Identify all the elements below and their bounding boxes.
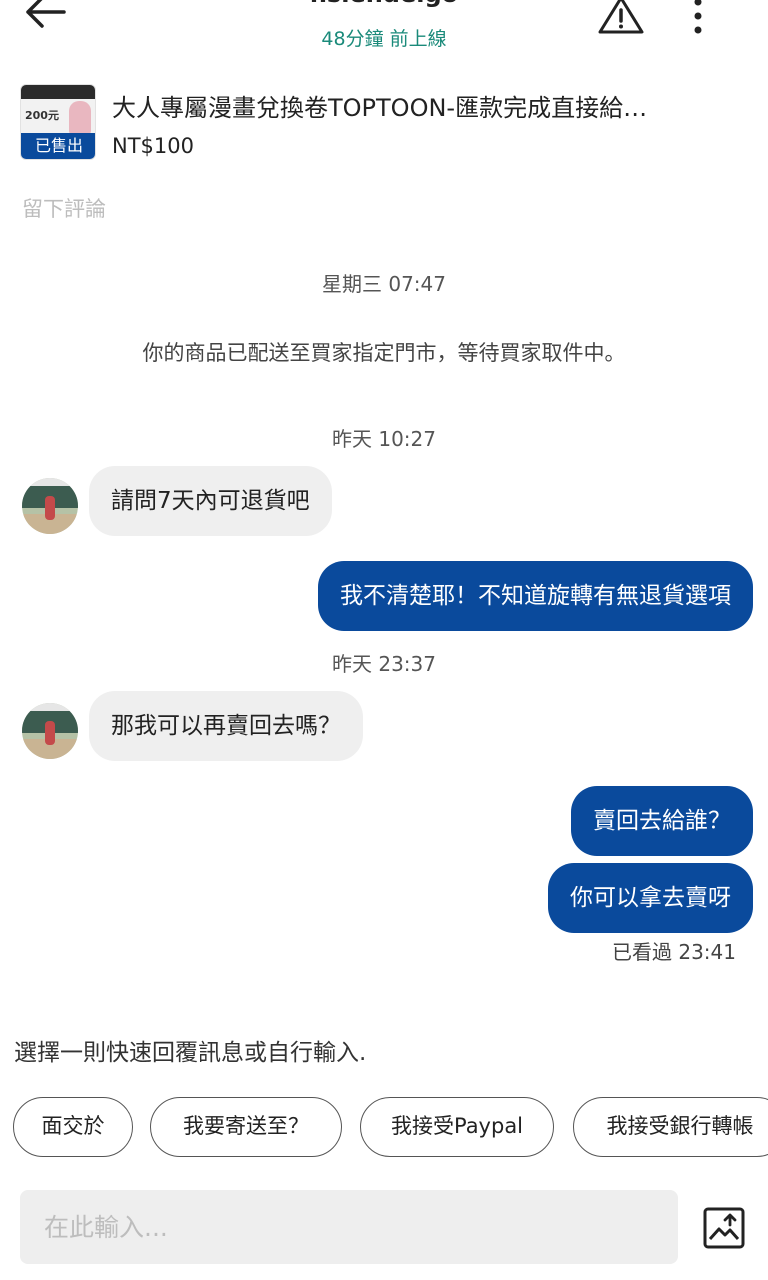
thumbnail-price-text: 200元 [25, 109, 59, 122]
attach-image-button[interactable] [702, 1206, 746, 1250]
report-button[interactable] [596, 0, 646, 36]
message-timestamp: 昨天 10:27 [332, 427, 436, 451]
avatar[interactable] [22, 478, 78, 534]
chat-header: hsiehdeigo 48分鐘 前上線 [0, 0, 768, 62]
quick-reply-chip[interactable]: 我要寄送至？ [150, 1097, 342, 1157]
sold-badge: 已售出 [21, 133, 95, 159]
thumbnail-banner [21, 85, 95, 99]
quick-reply-prompt: 選擇一則快速回覆訊息或自行輸入. [14, 1040, 367, 1066]
quick-reply-chip[interactable]: 我接受銀行轉帳 [573, 1097, 768, 1157]
avatar-photo-part [45, 721, 55, 745]
system-message: 你的商品已配送至買家指定門市，等待買家取件中。 [142, 341, 626, 365]
more-options-button[interactable] [680, 0, 716, 36]
message-bubble-incoming: 請問7天內可退貨吧 [89, 466, 332, 536]
message-bubble-incoming: 那我可以再賣回去嗎？ [89, 691, 363, 761]
chat-username[interactable]: hsiehdeigo [0, 0, 768, 8]
warning-triangle-icon [598, 0, 644, 34]
avatar[interactable] [22, 703, 78, 759]
message-bubble-outgoing: 我不清楚耶！不知道旋轉有無退貨選項 [318, 561, 753, 631]
message-input[interactable] [20, 1190, 678, 1264]
leave-review-link[interactable]: 留下評論 [22, 193, 106, 223]
quick-reply-chip[interactable]: 面交於 [13, 1097, 133, 1157]
thumbnail-figure [69, 101, 91, 135]
image-upload-icon [703, 1207, 745, 1249]
message-bubble-outgoing: 賣回去給誰？ [571, 786, 753, 856]
online-status: 48分鐘 前上線 [321, 28, 447, 50]
message-timestamp: 星期三 07:47 [322, 272, 446, 296]
avatar-photo-part [45, 496, 55, 520]
listing-thumbnail: 200元 已售出 [20, 84, 96, 160]
quick-reply-list: 面交於 我要寄送至？ 我接受Paypal 我接受銀行轉帳 [0, 1097, 768, 1157]
message-timestamp: 昨天 23:37 [332, 652, 436, 676]
more-vertical-icon [694, 0, 702, 34]
listing-title: 大人專屬漫畫兌換卷TOPTOON-匯款完成直接給… [112, 94, 648, 122]
quick-reply-chip[interactable]: 我接受Paypal [360, 1097, 554, 1157]
listing-card[interactable]: 200元 已售出 大人專屬漫畫兌換卷TOPTOON-匯款完成直接給… NT$10… [20, 84, 748, 164]
read-receipt: 已看過 23:41 [612, 940, 736, 964]
message-bubble-outgoing: 你可以拿去賣呀 [548, 863, 753, 933]
listing-price: NT$100 [112, 134, 194, 158]
